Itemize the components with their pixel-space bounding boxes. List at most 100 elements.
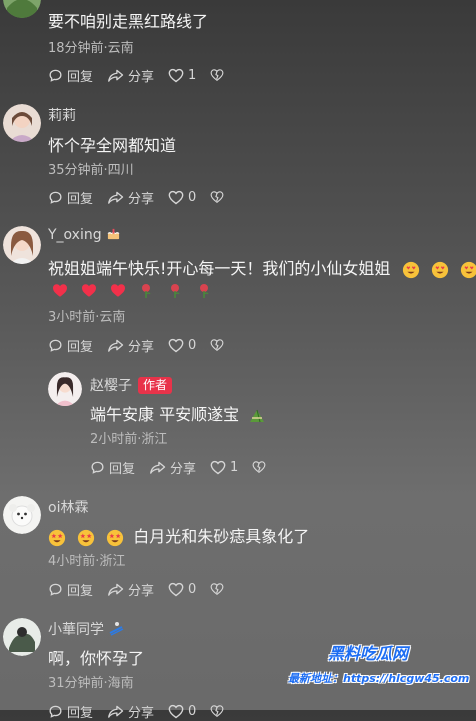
share-button[interactable]: 分享 [107, 336, 154, 355]
broken-heart-icon [210, 69, 224, 81]
username[interactable]: oi林霖 [48, 497, 88, 517]
like-count: 0 [188, 703, 197, 719]
avatar[interactable] [3, 104, 41, 142]
dislike-button[interactable] [210, 704, 228, 718]
comment-text-content: 端午安康 平安顺遂宝 [90, 405, 240, 424]
comment-actions: 回复 分享 0 [48, 335, 242, 355]
share-button[interactable]: 分享 [107, 188, 154, 207]
share-button[interactable]: 分享 [149, 458, 196, 477]
dislike-button[interactable] [252, 460, 270, 474]
comment-meta: 31分钟前·海南 [48, 676, 134, 691]
avatar[interactable] [48, 372, 82, 406]
heart-eyes-emoji-icon [431, 261, 448, 278]
dislike-button[interactable] [210, 582, 228, 596]
comment-text: 祝姐姐端午快乐!开心每一天！我们的小仙女姐姐 [48, 255, 476, 279]
author-reply: 赵樱子 作者 端午安康 平安顺遂宝 2小时前·浙江 回复 分享 1 [0, 370, 476, 480]
share-icon [108, 339, 124, 352]
reply-button[interactable]: 回复 [90, 458, 135, 477]
watermark-address: 最新地址：https://hlcgw45.com [288, 672, 470, 685]
comment-meta: 18分钟前·云南 [48, 41, 134, 56]
share-button[interactable]: 分享 [107, 66, 154, 85]
reply-label: 回复 [67, 69, 94, 85]
share-button[interactable]: 分享 [107, 580, 154, 599]
broken-heart-icon [210, 705, 224, 717]
ski-emoji-icon [110, 622, 124, 636]
like-button[interactable]: 1 [168, 68, 196, 83]
comment-icon [49, 191, 62, 204]
comment-meta: 4小时前·浙江 [48, 554, 126, 569]
comment-1: 要不咱别走黑红路线了 18分钟前·云南 回复 分享 1 [0, 0, 476, 90]
username[interactable]: Y_oxing [48, 227, 121, 243]
comment-3: Y_oxing 祝姐姐端午快乐!开心每一天！我们的小仙女姐姐 3小时前·云南 回… [0, 224, 476, 359]
red-heart-emoji-icon [111, 284, 126, 297]
comment-meta: 2小时前·浙江 [90, 432, 168, 447]
comment-icon [49, 69, 62, 82]
rose-emoji-icon [200, 283, 210, 298]
star-struck-emoji-icon [77, 529, 95, 546]
heart-icon [168, 582, 184, 596]
like-button[interactable]: 0 [168, 704, 196, 719]
username[interactable]: 小華同学 [48, 619, 124, 639]
like-button[interactable]: 0 [168, 582, 196, 597]
like-button[interactable]: 0 [168, 338, 196, 353]
comment-actions: 回复 分享 1 [90, 457, 284, 477]
like-count: 0 [188, 581, 197, 597]
share-button[interactable]: 分享 [107, 702, 154, 721]
share-icon [108, 69, 124, 82]
comment-actions: 回复 分享 0 [48, 579, 242, 599]
reply-button[interactable]: 回复 [48, 336, 93, 355]
avatar[interactable] [3, 496, 41, 534]
username[interactable]: 赵樱子 作者 [90, 375, 173, 395]
comment-icon [91, 461, 104, 474]
broken-heart-icon [252, 461, 266, 473]
rose-emoji-icon [171, 283, 180, 298]
comment-icon [49, 705, 62, 718]
comment-5: oi林霖 白月光和朱砂痣具象化了 4小时前·浙江 回复 分享 0 [0, 492, 476, 602]
heart-eyes-emoji-icon [402, 261, 419, 278]
username[interactable]: 莉莉 [48, 105, 76, 125]
comment-actions: 回复 分享 1 [48, 65, 242, 85]
zongzi-emoji-icon [250, 409, 265, 422]
heart-eyes-emoji-icon [460, 261, 476, 278]
avatar[interactable] [3, 618, 41, 656]
cake-icon [107, 228, 120, 240]
like-count: 1 [188, 67, 197, 83]
share-label: 分享 [128, 339, 155, 355]
broken-heart-icon [210, 191, 224, 203]
like-count: 0 [188, 337, 197, 353]
heart-icon [168, 704, 184, 718]
dislike-button[interactable] [210, 68, 228, 82]
like-button[interactable]: 1 [210, 460, 238, 475]
avatar[interactable] [3, 226, 41, 264]
share-icon [108, 191, 124, 204]
avatar[interactable] [3, 0, 41, 18]
comment-icon [49, 583, 62, 596]
dislike-button[interactable] [210, 338, 228, 352]
reply-button[interactable]: 回复 [48, 580, 93, 599]
star-struck-emoji-icon [107, 529, 124, 546]
reply-label: 回复 [67, 191, 94, 207]
reply-button[interactable]: 回复 [48, 702, 93, 721]
red-heart-emoji-icon [82, 284, 97, 297]
share-label: 分享 [170, 461, 197, 477]
username-text: 赵樱子 [90, 378, 132, 394]
heart-icon [210, 460, 226, 474]
broken-heart-icon [210, 583, 224, 595]
comment-2: 莉莉 怀个孕全网都知道 35分钟前·四川 回复 分享 0 [0, 100, 476, 210]
comment-text: 啊，你怀孕了 [48, 649, 145, 668]
watermark: 黑料吃瓜网 最新地址：https://hlcgw45.com [288, 640, 470, 700]
watermark-title: 黑料吃瓜网 [328, 644, 409, 663]
comment-text-content: 祝姐姐端午快乐!开心每一天！我们的小仙女姐姐 [48, 259, 391, 278]
share-icon [108, 705, 124, 718]
emoji-row [52, 280, 211, 299]
comment-text: 怀个孕全网都知道 [48, 136, 177, 155]
share-label: 分享 [128, 191, 155, 207]
username-text: Y_oxing [48, 227, 102, 243]
reply-button[interactable]: 回复 [48, 66, 93, 85]
comment-meta: 35分钟前·四川 [48, 163, 134, 178]
reply-button[interactable]: 回复 [48, 188, 93, 207]
dislike-button[interactable] [210, 190, 228, 204]
comment-meta: 3小时前·云南 [48, 310, 126, 325]
like-button[interactable]: 0 [168, 190, 196, 205]
reply-label: 回复 [67, 339, 94, 355]
